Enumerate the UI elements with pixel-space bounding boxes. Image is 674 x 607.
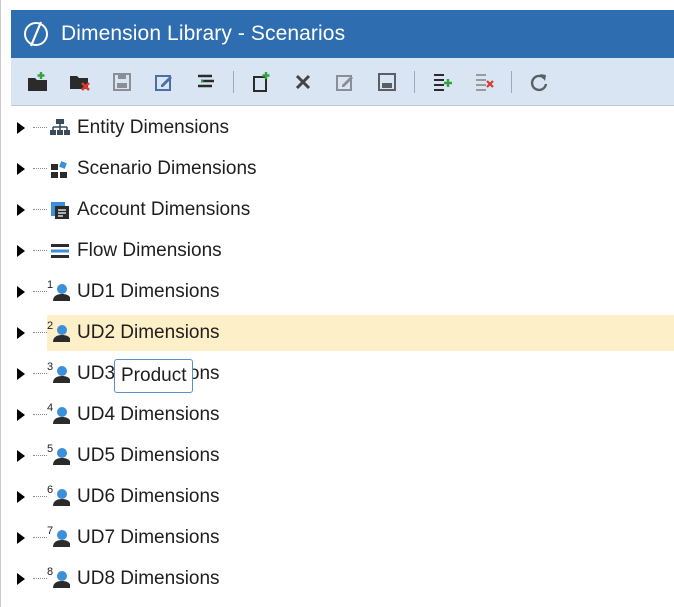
expand-arrow-icon[interactable] [11,445,33,467]
tree-item-label: Flow Dimensions [77,240,222,261]
tree-row-ud6[interactable]: 6 UD6 Dimensions [11,479,674,515]
tree-row-ud3[interactable]: 3 UD3 Dimensions [11,356,674,392]
save-member-icon[interactable] [372,67,402,97]
tree-item-label: Entity Dimensions [77,117,230,138]
tree-row-ud8[interactable]: 8 UD8 Dimensions [11,561,674,597]
tree-item-label: UD7 Dimensions [77,527,220,548]
expand-arrow-icon[interactable] [11,240,33,262]
tree-row-entity[interactable]: Entity Dimensions [11,110,674,146]
tree-row-ud5[interactable]: 5 UD5 Dimensions [11,438,674,474]
tree-row-scenario[interactable]: Scenario Dimensions [11,151,674,187]
ud-user-icon: 8 [47,566,71,590]
window-title: Dimension Library - Scenarios [61,22,346,45]
hover-tooltip: Product [114,359,194,393]
edit-group-icon[interactable] [149,67,179,97]
expand-arrow-icon[interactable] [11,158,33,180]
tree-row-account[interactable]: Account Dimensions [11,192,674,228]
tree-row-ud1[interactable]: 1 UD1 Dimensions [11,274,674,310]
tree-item-label: UD6 Dimensions [77,486,220,507]
ud-user-icon: 3 [47,361,71,385]
toolbar-separator [511,70,512,93]
tree-item-label: UD5 Dimensions [77,445,220,466]
ud-user-icon: 5 [47,443,71,467]
delete-member-icon[interactable] [288,67,318,97]
refresh-icon[interactable] [524,67,554,97]
dimension-library-window: Dimension Library - Scenarios Entity Dim… [0,0,674,607]
tree-row-ud4[interactable]: 4 UD4 Dimensions [11,397,674,433]
tree-item-label: Scenario Dimensions [77,158,257,179]
expand-arrow-icon[interactable] [11,404,33,426]
title-bar: Dimension Library - Scenarios [11,10,674,58]
tree-row-flow[interactable]: Flow Dimensions [11,233,674,269]
create-group-icon[interactable] [23,67,53,97]
tree-item-label: UD4 Dimensions [77,404,220,425]
tree-item-label: UD2 Dimensions [77,322,220,343]
tree-item-label: Account Dimensions [77,199,251,220]
expand-arrow-icon[interactable] [11,568,33,590]
scenario-blocks-icon [49,158,71,180]
account-icon [49,199,71,221]
tree-row-ud2[interactable]: 2 UD2 Dimensions [17,315,674,351]
edit-member-icon[interactable] [330,67,360,97]
tree-row-ud7[interactable]: 7 UD7 Dimensions [11,520,674,556]
toolbar-separator [414,70,415,93]
tree-item-label: UD8 Dimensions [77,568,220,589]
dimension-tree: Entity Dimensions Scenario Dimensions Ac [11,108,674,607]
expand-arrow-icon[interactable] [11,281,33,303]
expand-arrow-icon[interactable] [11,486,33,508]
ud-user-icon: 4 [47,402,71,426]
ud-user-icon: 2 [47,320,71,344]
ud-user-icon: 7 [47,525,71,549]
expand-arrow-icon[interactable] [11,322,33,344]
toolbar [11,58,674,106]
tree-item-label: UD1 Dimensions [77,281,220,302]
expand-arrow-icon[interactable] [11,527,33,549]
expand-arrow-icon[interactable] [11,363,33,385]
collapse-tree-icon[interactable] [191,67,221,97]
add-relationship-icon[interactable] [427,67,457,97]
expand-arrow-icon[interactable] [11,117,33,139]
app-logo-icon [19,17,53,51]
ud-user-icon: 6 [47,484,71,508]
delete-group-icon[interactable] [65,67,95,97]
remove-relationship-icon[interactable] [469,67,499,97]
entity-hierarchy-icon [49,117,71,139]
toolbar-separator [233,70,234,93]
create-member-icon[interactable] [246,67,276,97]
ud-user-icon: 1 [47,279,71,303]
save-group-icon[interactable] [107,67,137,97]
flow-icon [49,240,71,262]
expand-arrow-icon[interactable] [11,199,33,221]
